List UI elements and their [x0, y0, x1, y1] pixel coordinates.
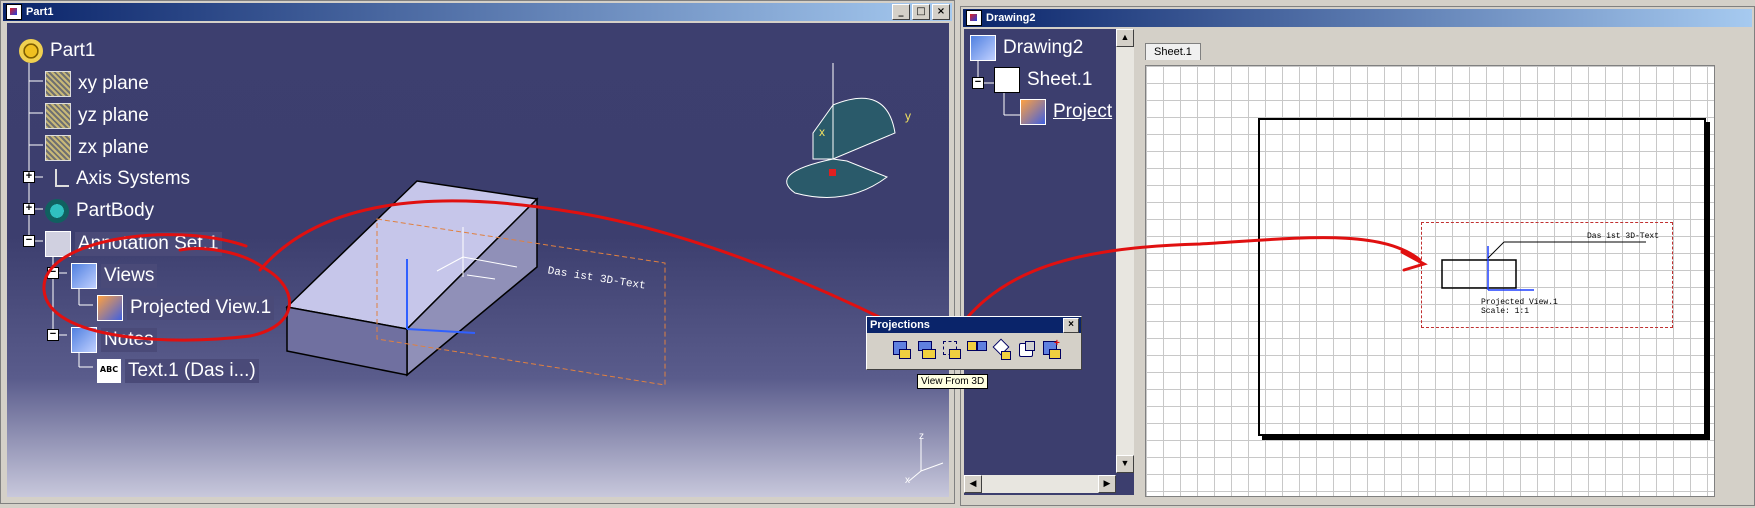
scroll-left-arrow-icon[interactable]: ◀ — [964, 475, 982, 493]
tree-label: Drawing2 — [1003, 37, 1084, 58]
tree-label: Part1 — [50, 40, 96, 61]
tree-label: PartBody — [76, 200, 155, 221]
tree-item-partbody[interactable]: PartBody — [45, 199, 157, 223]
close-button[interactable]: × — [932, 4, 950, 20]
view-icon — [1020, 99, 1046, 125]
scroll-down-arrow-icon[interactable]: ▼ — [1116, 455, 1134, 473]
projections-toolbar-title: Projections — [870, 319, 930, 331]
tree-item-sheet[interactable]: Sheet.1 — [994, 67, 1096, 93]
tree-label: Axis Systems — [76, 168, 191, 189]
drawing-window-title: Drawing2 — [986, 12, 1036, 24]
part-icon — [19, 39, 43, 63]
sheet-area: Sheet.1 Das ist 3D-Text Projected View.1… — [1139, 29, 1715, 497]
collapse-views-icon[interactable]: − — [47, 267, 59, 279]
tree-item-zx-plane[interactable]: zx plane — [45, 135, 152, 161]
compass-y-label: y — [905, 109, 911, 123]
drawing-canvas[interactable]: Das ist 3D-Text Projected View.1 Scale: … — [1145, 65, 1715, 497]
tree-item-part1[interactable]: Part1 — [19, 39, 98, 63]
projections-toolbar-titlebar[interactable]: Projections × — [867, 317, 1081, 333]
isometric-view-icon[interactable] — [1016, 339, 1036, 361]
tree-label: Views — [101, 264, 158, 288]
part-window: Part1 _ □ × Das ist 3D-Text y x z x + + … — [0, 0, 955, 504]
tree-horizontal-scrollbar[interactable]: ◀ ▶ — [964, 475, 1116, 493]
tree-item-views[interactable]: Views — [71, 263, 158, 289]
tree-item-xy-plane[interactable]: xy plane — [45, 71, 152, 97]
tree-item-text[interactable]: ABC Text.1 (Das i...) — [97, 359, 259, 383]
axis-system-icon — [45, 167, 69, 191]
body-icon — [45, 199, 69, 223]
tree-label: yz plane — [78, 105, 149, 126]
collapse-notes-icon[interactable]: − — [47, 329, 59, 341]
projections-close-button[interactable]: × — [1063, 318, 1079, 333]
scroll-right-arrow-icon[interactable]: ▶ — [1098, 475, 1116, 493]
catia-app-icon — [966, 10, 982, 26]
text-abc-icon: ABC — [97, 359, 121, 383]
projection-view-icon[interactable] — [966, 339, 987, 361]
plane-icon — [45, 71, 71, 97]
drawing-window: Drawing2 − Drawing2 Sheet.1 Project ▲ ▼ — [960, 6, 1755, 506]
drawing-tree-panel: − Drawing2 Sheet.1 Project ▲ ▼ ◀ ▶ — [964, 29, 1134, 495]
notes-icon — [71, 327, 97, 353]
tree-item-projected-view[interactable]: Project — [1020, 99, 1115, 125]
tree-item-projected-view[interactable]: Projected View.1 — [97, 295, 275, 321]
tree-label: Projected View.1 — [127, 296, 275, 320]
3d-viewport[interactable]: Das ist 3D-Text y x z x + + − − − Part1 … — [7, 23, 949, 497]
views-icon — [71, 263, 97, 289]
auxiliary-view-icon[interactable] — [991, 338, 1011, 361]
scroll-up-arrow-icon[interactable]: ▲ — [1116, 29, 1134, 47]
maximize-button[interactable]: □ — [912, 4, 930, 20]
collapse-annotation-set-icon[interactable]: − — [23, 235, 35, 247]
tree-label: zx plane — [78, 137, 149, 158]
front-view-icon[interactable] — [891, 339, 911, 361]
projected-view-icon — [97, 295, 123, 321]
tree-label: Project — [1053, 101, 1113, 122]
tree-item-annotation-set[interactable]: Annotation Set.1 — [45, 231, 222, 257]
tree-label: Text.1 (Das i...) — [125, 359, 259, 383]
catia-app-icon — [6, 4, 22, 20]
drawing-window-titlebar[interactable]: Drawing2 — [963, 9, 1752, 27]
compass-x-label: x — [819, 125, 825, 139]
axis-z-label: z — [919, 431, 924, 442]
tree-label: Annotation Set.1 — [75, 232, 222, 256]
tree-item-yz-plane[interactable]: yz plane — [45, 103, 152, 129]
part-window-titlebar[interactable]: Part1 _ □ × — [3, 3, 952, 21]
view-from-3d-icon[interactable] — [941, 339, 961, 361]
plane-icon — [45, 103, 71, 129]
tooltip-view-from-3d: View From 3D — [917, 374, 989, 389]
part-window-title: Part1 — [26, 6, 54, 18]
tree-label: Notes — [101, 328, 157, 352]
sheet-icon — [994, 67, 1020, 93]
projections-toolbar: Projections × + — [866, 316, 1082, 370]
expand-partbody-icon[interactable]: + — [23, 203, 35, 215]
projected-view-geometry — [1441, 241, 1646, 291]
minimize-button[interactable]: _ — [892, 4, 910, 20]
plane-icon — [45, 135, 71, 161]
view-2d-text: Das ist 3D-Text — [1587, 232, 1660, 241]
drawing-icon — [970, 35, 996, 61]
expand-axis-systems-icon[interactable]: + — [23, 171, 35, 183]
tab-sheet1[interactable]: Sheet.1 — [1145, 43, 1201, 60]
tree-label: Sheet.1 — [1027, 69, 1093, 90]
tree-item-notes[interactable]: Notes — [71, 327, 157, 353]
axis-x-label: x — [905, 475, 910, 486]
annotation-set-icon — [45, 231, 71, 257]
advanced-front-view-icon[interactable]: + — [1041, 338, 1061, 361]
unfolded-view-icon[interactable] — [916, 339, 936, 361]
view-caption: Projected View.1 — [1481, 298, 1558, 307]
tree-item-drawing2[interactable]: Drawing2 — [970, 35, 1086, 61]
tree-item-axis-systems[interactable]: Axis Systems — [45, 167, 193, 191]
view-scale: Scale: 1:1 — [1481, 307, 1530, 316]
collapse-sheet-icon[interactable]: − — [972, 77, 984, 89]
tree-vertical-scrollbar[interactable]: ▲ ▼ — [1116, 29, 1134, 473]
tree-label: xy plane — [78, 73, 149, 94]
